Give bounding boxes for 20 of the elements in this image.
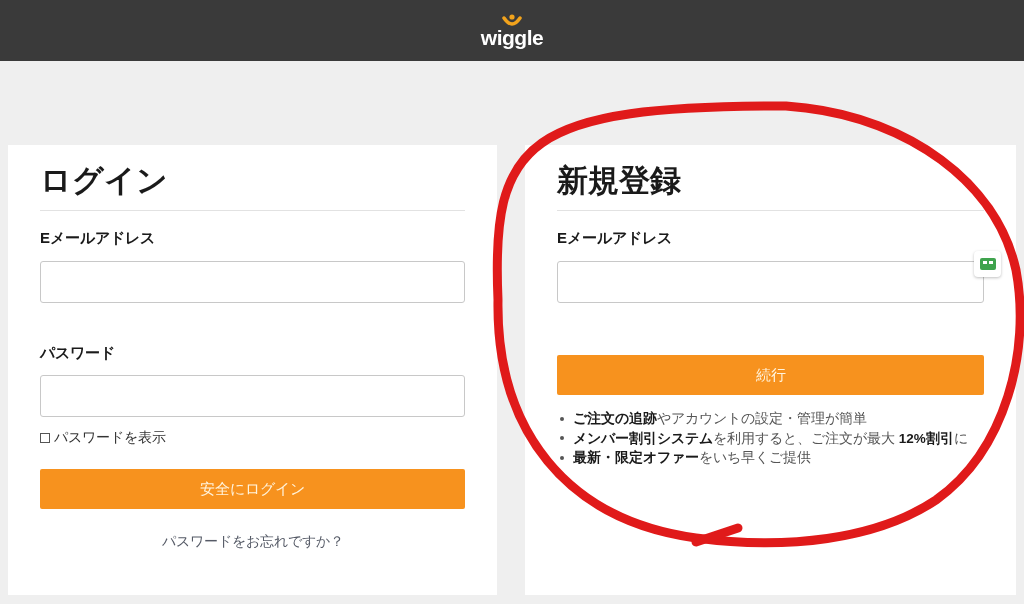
bullet-dot (560, 416, 564, 421)
bullet-dot (560, 436, 564, 441)
benefit-text: メンバー割引システムを利用すると、ご注文が最大 12%割引に (573, 429, 968, 448)
bullet-dot (560, 455, 564, 460)
login-heading: ログイン (40, 163, 168, 199)
password-label: パスワード (40, 344, 115, 362)
email-input-field[interactable] (557, 261, 984, 303)
benefit-text: ご注文の追跡やアカウントの設定・管理が簡単 (573, 410, 867, 428)
email-label: Eメールアドレス (40, 229, 155, 247)
email-input-field[interactable] (40, 261, 465, 303)
extension-badge-icon[interactable] (974, 251, 1001, 277)
register-heading: 新規登録 (557, 163, 681, 199)
smile-logo-icon (501, 13, 523, 28)
logo-text[interactable]: wiggle (480, 27, 544, 48)
show-password-label: パスワードを表示 (54, 429, 166, 447)
benefit-text: 最新・限定オファーをいち早くご提供 (573, 449, 811, 467)
show-password-checkbox[interactable] (40, 433, 50, 443)
forgot-password-link[interactable]: パスワードをお忘れですか？ (161, 533, 344, 551)
email-label: Eメールアドレス (557, 229, 672, 247)
password-input-field[interactable] (40, 375, 465, 417)
